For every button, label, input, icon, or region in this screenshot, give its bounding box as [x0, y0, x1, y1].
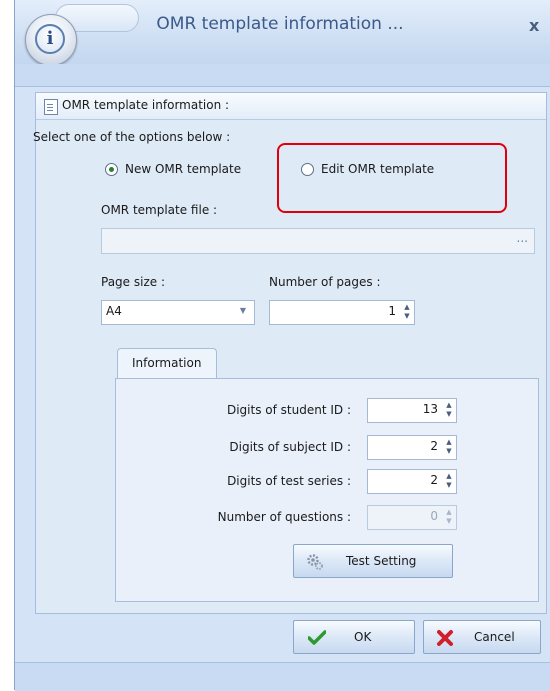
number-of-pages-value: 1	[388, 304, 396, 318]
subject-id-label: Digits of subject ID :	[229, 440, 351, 454]
test-setting-label: Test Setting	[346, 554, 417, 568]
title-bar: i OMR template information ... x	[15, 0, 550, 66]
new-template-label[interactable]: New OMR template	[125, 162, 241, 176]
tab-information-label: Information	[132, 356, 202, 370]
test-series-label: Digits of test series :	[227, 474, 351, 488]
checkmark-icon	[308, 630, 326, 645]
page-size-select[interactable]: A4 ▼	[101, 300, 255, 325]
page-size-label: Page size :	[101, 275, 165, 289]
dialog-window: i OMR template information ... x OMR tem…	[14, 0, 550, 691]
title-separator	[15, 64, 550, 87]
test-series-stepper[interactable]: 2 ▲ ▼	[367, 469, 457, 494]
student-id-stepper[interactable]: 13 ▲ ▼	[367, 398, 457, 423]
subject-id-stepper[interactable]: 2 ▲ ▼	[367, 435, 457, 460]
cancel-label: Cancel	[474, 630, 515, 644]
window-title: OMR template information ...	[156, 14, 404, 34]
application-button[interactable]: i	[25, 14, 77, 66]
questions-value: 0	[430, 509, 438, 523]
test-series-value: 2	[430, 473, 438, 487]
spin-arrows-icon[interactable]: ▲ ▼	[444, 438, 454, 458]
test-setting-button[interactable]: Test Setting	[293, 544, 453, 578]
tab-information[interactable]: Information	[117, 348, 217, 378]
edit-template-radio[interactable]	[301, 163, 314, 176]
student-id-value: 13	[422, 402, 438, 416]
annotation-highlight-box	[277, 143, 507, 213]
red-x-icon	[437, 630, 453, 646]
number-of-pages-stepper[interactable]: 1 ▲ ▼	[269, 300, 415, 325]
subject-id-value: 2	[430, 439, 438, 453]
status-footer	[15, 662, 550, 691]
gears-icon	[307, 554, 323, 570]
close-button[interactable]: x	[529, 16, 539, 35]
template-file-label: OMR template file :	[101, 203, 218, 217]
chevron-down-icon[interactable]: ▼	[240, 306, 246, 315]
questions-label: Number of questions :	[217, 510, 351, 524]
number-of-pages-label: Number of pages :	[269, 275, 381, 289]
spin-arrows-icon[interactable]: ▲ ▼	[444, 401, 454, 421]
page-size-value: A4	[106, 304, 122, 318]
group-title: OMR template information :	[62, 98, 230, 112]
browse-button[interactable]: ...	[517, 231, 528, 245]
student-id-label: Digits of student ID :	[226, 403, 351, 417]
document-icon	[44, 99, 58, 115]
questions-stepper: 0 ▲ ▼	[367, 505, 457, 530]
spin-arrows-icon[interactable]: ▲ ▼	[402, 303, 412, 323]
spin-arrows-icon: ▲ ▼	[446, 508, 452, 525]
new-template-radio[interactable]	[105, 163, 118, 176]
template-file-field[interactable]: ...	[101, 228, 535, 254]
info-icon: i	[35, 24, 65, 54]
group-header: OMR template information :	[36, 93, 546, 120]
cancel-button[interactable]: Cancel	[423, 620, 541, 654]
ok-label: OK	[354, 630, 372, 644]
edit-template-label[interactable]: Edit OMR template	[321, 162, 434, 176]
options-prompt: Select one of the options below :	[33, 130, 231, 144]
spin-arrows-icon[interactable]: ▲ ▼	[444, 472, 454, 492]
ok-button[interactable]: OK	[293, 620, 415, 654]
